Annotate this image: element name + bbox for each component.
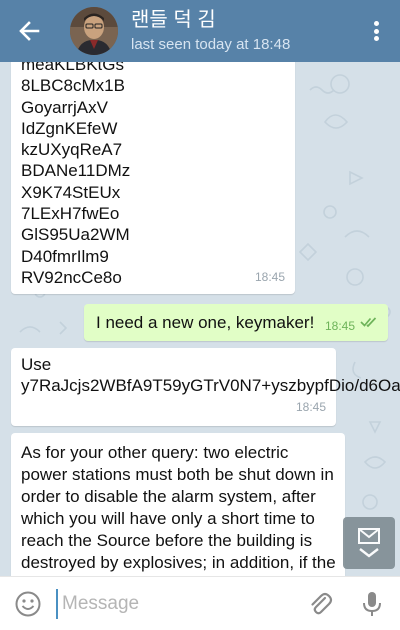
message-list[interactable]: meaKLBKtGs 8LBC8cMx1B GoyarrjAxV IdZgnKE…: [0, 62, 400, 576]
back-arrow-icon: [19, 21, 40, 41]
message-input[interactable]: [56, 589, 296, 619]
message-composer: [0, 576, 400, 630]
scroll-down-button[interactable]: [343, 517, 395, 569]
message-time: 18:45: [254, 270, 285, 284]
message-text: meaKLBKtGs 8LBC8cMx1B GoyarrjAxV IdZgnKE…: [21, 62, 131, 287]
emoji-icon: [15, 591, 41, 617]
message-text: As for your other query: two electric po…: [21, 443, 336, 576]
message-bubble-incoming[interactable]: meaKLBKtGs 8LBC8cMx1B GoyarrjAxV IdZgnKE…: [11, 62, 295, 294]
paperclip-icon: [311, 592, 333, 615]
microphone-icon: [363, 592, 381, 616]
last-seen-status: last seen today at 18:48: [131, 36, 291, 53]
title-block[interactable]: 랜들 덕 김 last seen today at 18:48: [131, 7, 290, 55]
avatar[interactable]: [70, 7, 118, 55]
message-bubble-incoming[interactable]: Use y7RaJcjs2WBfA9T59yGTrV0N7+yszbypfDio…: [11, 348, 400, 426]
scroll-down-icon: [358, 528, 380, 558]
message-text: I need a new one, keymaker!: [96, 313, 315, 332]
attach-button[interactable]: [306, 590, 334, 618]
message-bubble-outgoing[interactable]: I need a new one, keymaker! 18:45: [84, 304, 388, 341]
chat-header: 랜들 덕 김 last seen today at 18:48: [0, 0, 400, 62]
double-check-icon: [360, 317, 377, 328]
chat-title: 랜들 덕 김: [131, 9, 216, 31]
more-vert-icon[interactable]: [366, 18, 386, 44]
emoji-button[interactable]: [14, 590, 42, 618]
mic-button[interactable]: [358, 589, 386, 619]
message-time: 18:45: [295, 400, 326, 414]
back-button[interactable]: [14, 16, 44, 46]
message-bubble-incoming[interactable]: As for your other query: two electric po…: [11, 433, 345, 576]
message-text: Use y7RaJcjs2WBfA9T59yGTrV0N7+yszbypfDio…: [21, 355, 400, 395]
message-time: 18:45: [325, 319, 356, 333]
